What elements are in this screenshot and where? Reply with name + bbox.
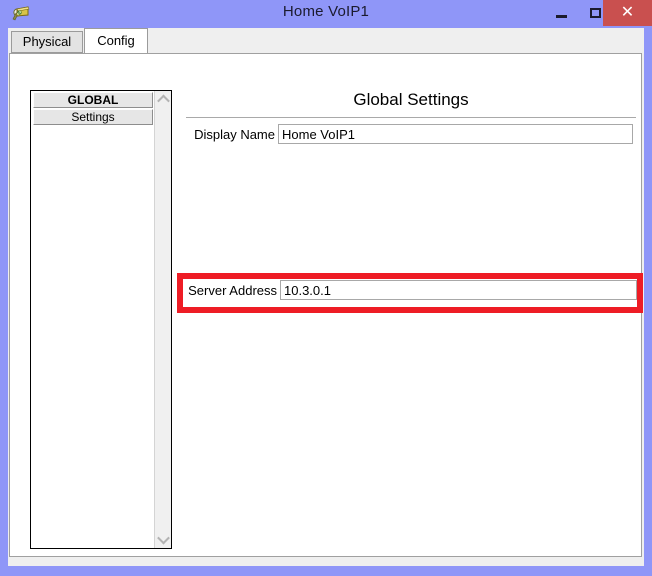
display-name-label: Display Name	[194, 126, 275, 142]
client-area: Physical Config GLOBAL Settings Global S…	[8, 28, 644, 566]
title-bar: Home VoIP1 ✕	[0, 0, 652, 28]
tab-physical[interactable]: Physical	[11, 31, 83, 53]
close-button[interactable]: ✕	[603, 0, 652, 26]
scroll-up-button[interactable]	[155, 91, 171, 108]
close-icon: ✕	[620, 4, 635, 21]
title-divider	[186, 117, 636, 118]
chevron-down-icon	[156, 531, 170, 545]
chevron-up-icon	[156, 94, 170, 108]
config-content-panel: GLOBAL Settings Global Settings Display …	[9, 53, 643, 557]
server-address-label: Server Address	[188, 282, 277, 298]
sidebar-scrollbar[interactable]	[154, 91, 171, 548]
sidebar-item-list: GLOBAL Settings	[31, 91, 155, 548]
page-title: Global Settings	[353, 90, 469, 109]
server-address-row: Server Address	[185, 280, 637, 300]
display-name-input[interactable]	[278, 124, 633, 144]
sidebar-item-settings[interactable]: Settings	[33, 109, 153, 125]
tab-config[interactable]: Config	[84, 28, 148, 53]
maximize-icon	[589, 8, 601, 18]
minimize-button[interactable]	[546, 0, 576, 26]
sidebar: GLOBAL Settings	[30, 90, 172, 549]
server-address-input[interactable]	[280, 280, 637, 300]
minimize-icon	[555, 14, 567, 18]
scroll-down-button[interactable]	[155, 531, 171, 548]
global-settings-pane: Global Settings Display Name	[186, 90, 636, 549]
application-window: Home VoIP1 ✕ Physical Config GLOBAL Sett…	[0, 0, 652, 576]
display-name-row: Display Name	[187, 124, 633, 144]
sidebar-item-global[interactable]: GLOBAL	[33, 92, 153, 108]
tab-strip: Physical Config	[8, 28, 644, 53]
